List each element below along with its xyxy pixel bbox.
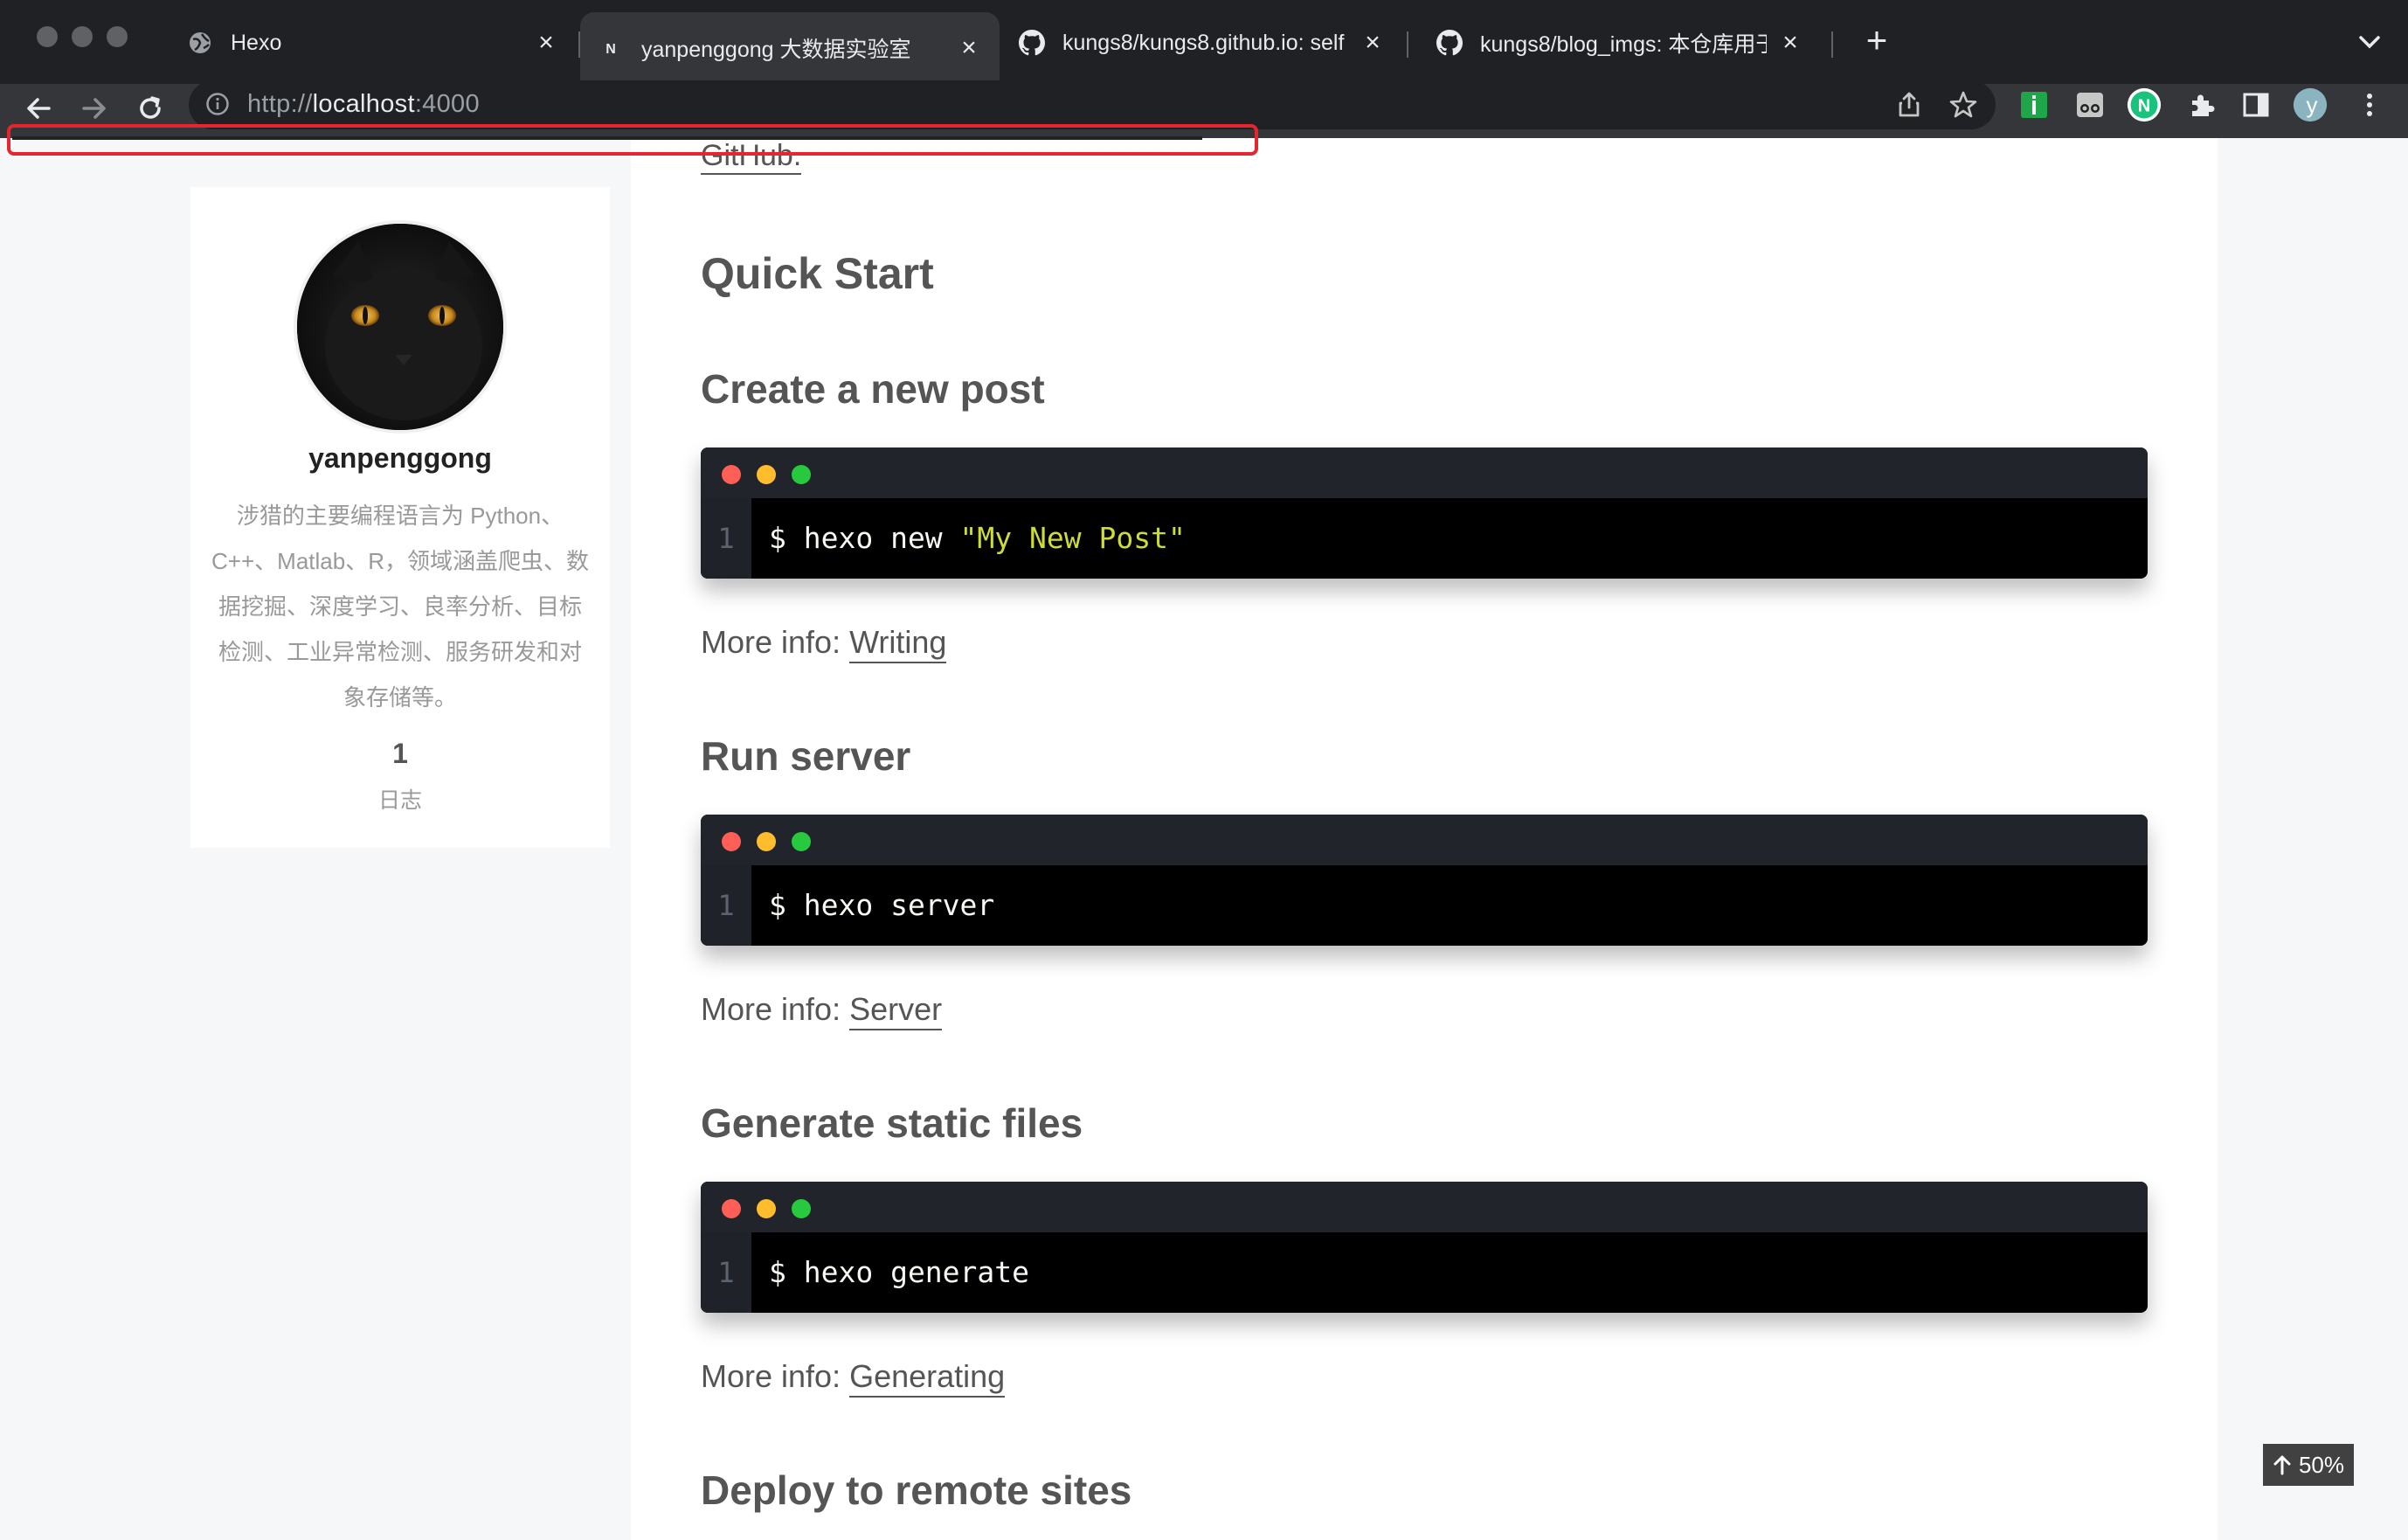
window-zoom-button[interactable] — [107, 26, 128, 47]
author-description: 涉猎的主要编程语言为 Python、C++、Matlab、R，领域涵盖爬虫、数据… — [211, 503, 589, 711]
line-number: 1 — [701, 1232, 751, 1313]
tab-title: Hexo — [231, 30, 282, 55]
url-port: :4000 — [414, 90, 480, 118]
line-number: 1 — [701, 865, 751, 946]
code-green-dot — [792, 465, 811, 484]
tab-separator — [1831, 31, 1833, 58]
code-block-titlebar — [701, 815, 2148, 865]
posts-label[interactable]: 日志 — [190, 783, 610, 815]
window-minimize-button[interactable] — [72, 26, 93, 47]
heading-deploy: Deploy to remote sites — [701, 1467, 1132, 1513]
tab-close-icon[interactable]: × — [533, 28, 559, 57]
tab-search-chevron-icon[interactable] — [2350, 23, 2389, 61]
chrome-menu-kebab-icon[interactable] — [2352, 87, 2387, 122]
more-info-server: More info: Server — [701, 991, 943, 1030]
tab-title: kungs8/kungs8.github.io: self b — [1062, 30, 1349, 55]
code-block-run-server: 1 $ hexo server — [701, 815, 2148, 946]
annotation-highlight-box — [7, 124, 1258, 156]
forward-arrow-icon[interactable] — [73, 87, 115, 129]
code-block-create-post: 1 $ hexo new "My New Post" — [701, 447, 2148, 579]
link-generating[interactable]: Generating — [849, 1358, 1006, 1398]
url-scheme: http:// — [247, 90, 313, 118]
tab-kungs8-github-io[interactable]: kungs8/kungs8.github.io: self b × — [1001, 12, 1403, 73]
heading-generate-static-files: Generate static files — [701, 1100, 1083, 1146]
code-green-dot — [792, 832, 811, 851]
tab-yanpenggong[interactable]: N yanpenggong 大数据实验室 × — [580, 12, 1000, 84]
browser-chrome: Hexo × N yanpenggong 大数据实验室 × kungs8/kun… — [0, 0, 2408, 138]
code-block-titlebar — [701, 1182, 2148, 1232]
tab-close-icon[interactable]: × — [956, 33, 982, 62]
extension-glasses-icon[interactable] — [2072, 87, 2107, 122]
code-yellow-dot — [757, 832, 776, 851]
author-avatar[interactable] — [294, 220, 507, 434]
tab-title: kungs8/blog_imgs: 本仓库用于存 — [1480, 32, 1767, 57]
github-icon — [1019, 30, 1045, 56]
heading-quick-start: Quick Start — [701, 249, 934, 298]
info-icon[interactable] — [204, 91, 231, 117]
code-green-dot — [792, 1199, 811, 1218]
code-block-generate: 1 $ hexo generate — [701, 1182, 2148, 1313]
tab-close-icon[interactable]: × — [1777, 28, 1803, 57]
code-line[interactable]: $ hexo generate — [769, 1232, 1029, 1313]
extensions-puzzle-icon[interactable] — [2184, 87, 2219, 122]
code-yellow-dot — [757, 465, 776, 484]
posts-count[interactable]: 1 — [190, 738, 610, 770]
more-info-label: More info: — [701, 991, 850, 1027]
link-writing[interactable]: Writing — [849, 624, 947, 663]
code-command: $ hexo generate — [769, 1255, 1030, 1289]
more-info-label: More info: — [701, 624, 850, 660]
profile-initial: y — [2306, 92, 2318, 118]
url-text[interactable]: http://localhost:4000 — [247, 90, 480, 119]
extension-n-circle-icon[interactable]: N — [2127, 87, 2162, 122]
globe-icon — [187, 30, 213, 56]
code-block-titlebar — [701, 447, 2148, 498]
heading-run-server: Run server — [701, 733, 911, 779]
code-yellow-dot — [757, 1199, 776, 1218]
more-info-label: More info: — [701, 1358, 850, 1394]
window-close-button[interactable] — [37, 26, 58, 47]
reload-icon[interactable] — [129, 87, 171, 129]
scroll-percent: 50% — [2298, 1451, 2345, 1478]
code-command: $ hexo new — [769, 521, 960, 555]
tab-title: yanpenggong 大数据实验室 — [641, 38, 911, 62]
author-name: yanpenggong — [308, 442, 492, 474]
line-number: 1 — [701, 498, 751, 579]
url-host: localhost — [312, 90, 415, 118]
code-string: "My New Post" — [959, 521, 1186, 555]
link-server[interactable]: Server — [849, 991, 943, 1030]
svg-text:N: N — [605, 42, 616, 57]
code-red-dot — [722, 832, 741, 851]
new-tab-button[interactable]: + — [1858, 22, 1896, 61]
code-line[interactable]: $ hexo server — [769, 865, 994, 946]
tab-separator — [1407, 31, 1408, 58]
tab-hexo[interactable]: Hexo × — [170, 12, 577, 73]
back-to-top-button[interactable]: 50% — [2263, 1444, 2354, 1486]
notion-n-icon: N — [598, 35, 624, 61]
side-panel-icon[interactable] — [2238, 87, 2273, 122]
code-line[interactable]: $ hexo new "My New Post" — [769, 498, 1186, 579]
share-icon[interactable] — [1894, 90, 1924, 120]
back-arrow-icon[interactable] — [17, 87, 59, 129]
arrow-up-icon — [2273, 1455, 2291, 1475]
sidebar-author-card: yanpenggong 涉猎的主要编程语言为 Python、C++、Matlab… — [190, 187, 610, 848]
page-viewport: yanpenggong 涉猎的主要编程语言为 Python、C++、Matlab… — [0, 138, 2408, 1540]
code-command: $ hexo server — [769, 888, 995, 922]
extension-green-bar-icon[interactable] — [2017, 87, 2052, 122]
github-icon — [1436, 30, 1463, 56]
article-body: GitHub. Quick Start Create a new post 1 … — [631, 138, 2218, 1540]
bookmark-star-icon[interactable] — [1948, 90, 1978, 120]
tab-kungs8-blog-imgs[interactable]: kungs8/blog_imgs: 本仓库用于存 × — [1419, 12, 1821, 73]
heading-create-post: Create a new post — [701, 366, 1045, 412]
tab-close-icon[interactable]: × — [1360, 28, 1386, 57]
more-info-writing: More info: Writing — [701, 624, 947, 663]
more-info-generating: More info: Generating — [701, 1358, 1006, 1398]
code-red-dot — [722, 465, 741, 484]
svg-text:N: N — [2138, 96, 2150, 115]
code-red-dot — [722, 1199, 741, 1218]
